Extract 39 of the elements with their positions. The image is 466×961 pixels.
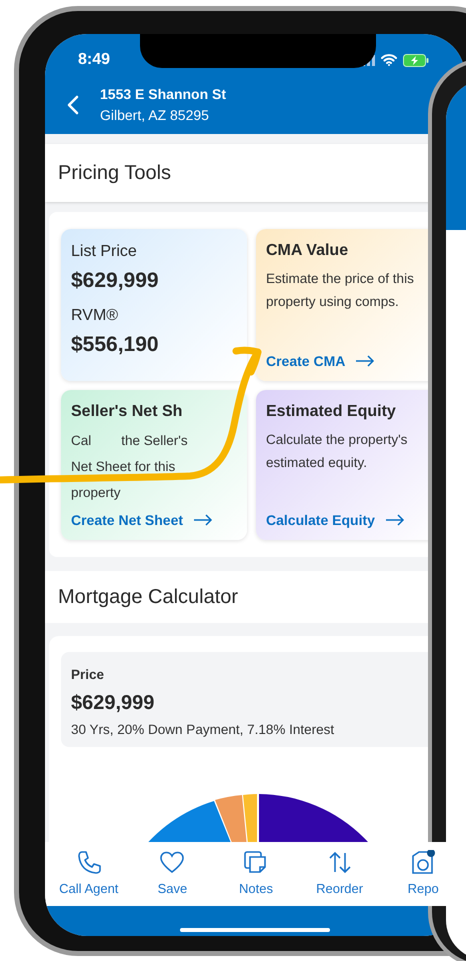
card-link[interactable]: Create CMA bbox=[266, 351, 376, 371]
section-title: Pricing Tools bbox=[58, 161, 172, 186]
wifi-icon bbox=[381, 54, 397, 66]
card-link[interactable]: Create Net Sheet bbox=[71, 510, 214, 530]
back-chevron-icon bbox=[67, 95, 79, 115]
card-description: Estimate the price of this property using comps. bbox=[266, 270, 415, 311]
price-label: RVM® bbox=[71, 306, 120, 326]
section-title: Mortgage Calculator bbox=[58, 585, 238, 610]
price-label: List Price bbox=[71, 242, 138, 262]
card-title: Estimated Equity bbox=[266, 402, 397, 422]
nav-tab[interactable]: Repo bbox=[381, 850, 465, 898]
nav-tab[interactable]: Save bbox=[130, 850, 214, 898]
right-arrow-icon bbox=[355, 355, 376, 367]
heart-icon bbox=[159, 850, 186, 875]
status-time: 8:49 bbox=[78, 50, 110, 70]
card-title: CMA Value bbox=[266, 241, 350, 261]
nav-tab[interactable]: Call Agent bbox=[47, 850, 131, 898]
right-arrow-icon bbox=[193, 514, 214, 526]
price-label: Price bbox=[71, 666, 106, 684]
card-description: Net Sheet for this property bbox=[71, 458, 176, 502]
up-down-arrows-icon bbox=[326, 850, 353, 875]
card-description-fragment: the Seller's bbox=[121, 432, 188, 450]
price-value: $629,999 bbox=[71, 268, 160, 294]
phone-icon bbox=[76, 850, 102, 875]
card-title: Seller's Net Sh bbox=[71, 402, 184, 422]
card-link[interactable]: Calculate Equity bbox=[266, 510, 405, 530]
document-chart-icon bbox=[410, 850, 436, 875]
loan-terms: 30 Yrs, 20% Down Payment, 7.18% Interest bbox=[71, 721, 336, 739]
battery-charging-icon bbox=[403, 54, 429, 66]
price-value: $629,999 bbox=[71, 691, 156, 716]
right-arrow-icon bbox=[384, 514, 405, 526]
address-title: 1553 E Shannon St bbox=[100, 85, 226, 104]
notes-icon bbox=[242, 850, 269, 875]
nav-tab[interactable]: Notes bbox=[214, 850, 298, 898]
price-value: $556,190 bbox=[71, 332, 160, 358]
address-subtitle: Gilbert, AZ 85295 bbox=[100, 106, 210, 125]
card-description: Calculate the property's estimated equity. bbox=[266, 431, 408, 472]
card-description-fragment: Cal bbox=[71, 432, 92, 450]
nav-tab[interactable]: Reorder bbox=[298, 850, 382, 898]
